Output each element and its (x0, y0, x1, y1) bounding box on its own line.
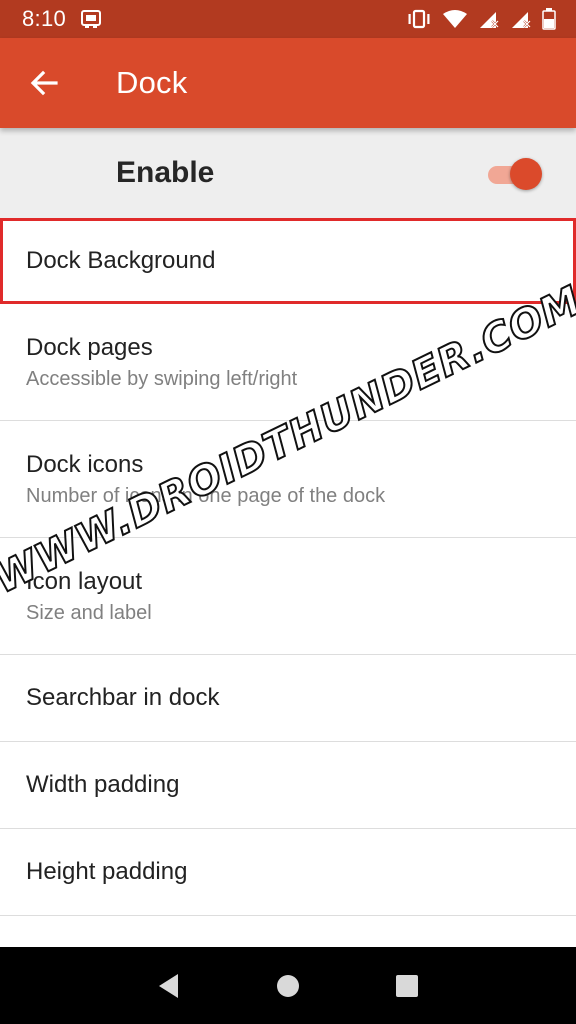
item-title: Dock icons (26, 450, 144, 478)
nav-bar (0, 947, 576, 1024)
item-title: Height padding (26, 858, 188, 885)
nav-home-button[interactable] (258, 956, 318, 1016)
home-circle-icon (276, 974, 299, 997)
list-item-dock-icons[interactable]: Dock icons Number of icons in one page o… (0, 421, 576, 538)
page-title: Dock (116, 65, 188, 100)
item-title: Icon layout (26, 567, 143, 595)
status-time: 8:10 (22, 6, 67, 31)
item-title: Dock Background (26, 247, 216, 274)
item-subtitle: Number of icons in one page of the dock (26, 484, 386, 507)
battery-icon (542, 8, 556, 30)
settings-list: Dock Background Dock pages Accessible by… (0, 218, 576, 916)
list-item-width-padding[interactable]: Width padding (0, 742, 576, 829)
arrow-left-icon (30, 70, 58, 96)
item-subtitle: Size and label (26, 601, 152, 624)
item-title: Searchbar in dock (26, 684, 220, 711)
toggle-thumb (510, 158, 542, 190)
status-bar: 8:10 (0, 0, 576, 38)
back-button[interactable] (0, 38, 92, 128)
item-title: Width padding (26, 771, 180, 798)
status-left: 8:10 (22, 6, 102, 32)
enable-label: Enable (116, 156, 215, 189)
recents-square-icon (395, 974, 418, 997)
list-item-searchbar-in-dock[interactable]: Searchbar in dock (0, 655, 576, 742)
vibrate-icon (406, 9, 432, 29)
enable-row[interactable]: Enable (0, 128, 576, 218)
item-title: Dock pages (26, 333, 153, 361)
wifi-icon (442, 9, 468, 29)
list-item-icon-layout[interactable]: Icon layout Size and label (0, 538, 576, 655)
back-triangle-icon (159, 973, 179, 998)
nav-recents-button[interactable] (377, 956, 437, 1016)
list-item-dock-background[interactable]: Dock Background (0, 218, 576, 304)
signal-icon (478, 9, 500, 29)
item-subtitle: Accessible by swiping left/right (26, 367, 298, 390)
cast-icon (80, 9, 102, 29)
app-bar: Dock (0, 38, 576, 128)
signal-icon-2 (510, 9, 532, 29)
list-item-dock-pages[interactable]: Dock pages Accessible by swiping left/ri… (0, 304, 576, 421)
status-right (406, 8, 556, 30)
list-item-height-padding[interactable]: Height padding (0, 829, 576, 916)
enable-toggle[interactable] (486, 157, 544, 190)
nav-back-button[interactable] (139, 956, 199, 1016)
